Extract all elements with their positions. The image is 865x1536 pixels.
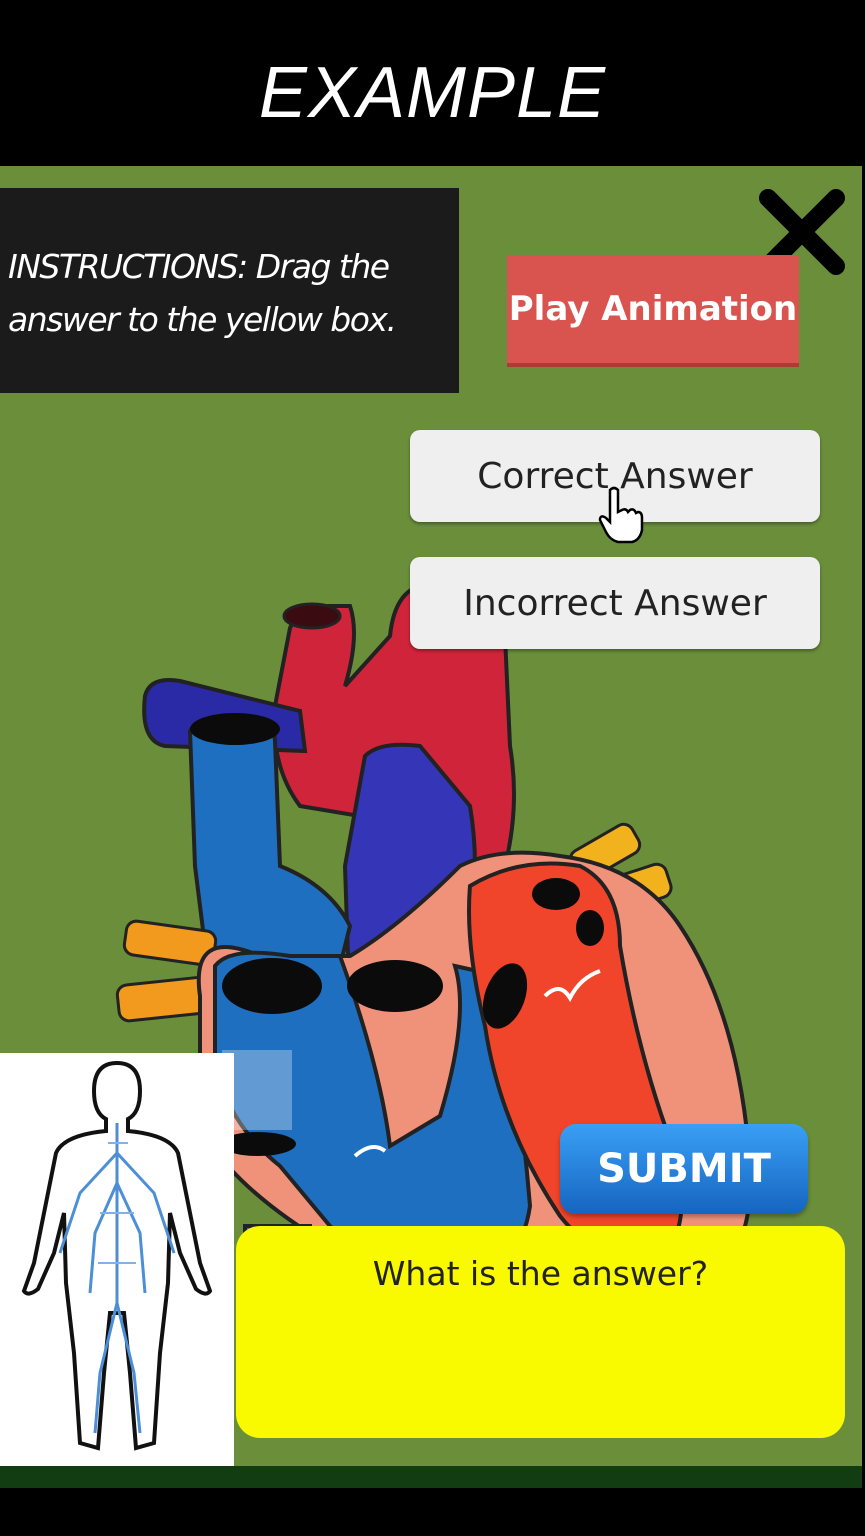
- stage-bottom-bar: [0, 1466, 862, 1488]
- submit-button[interactable]: SUBMIT: [560, 1124, 808, 1214]
- play-animation-button[interactable]: Play Animation: [507, 255, 799, 367]
- answer-drop-box[interactable]: What is the answer?: [236, 1226, 845, 1438]
- answer-option-incorrect[interactable]: Incorrect Answer: [410, 557, 820, 649]
- circulatory-body-panel: [0, 1053, 234, 1466]
- quiz-stage: INSTRUCTIONS: Drag the answer to the yel…: [0, 166, 862, 1466]
- instructions-panel: INSTRUCTIONS: Drag the answer to the yel…: [0, 188, 459, 393]
- human-body-figure: [21, 1060, 213, 1451]
- question-text: What is the answer?: [372, 1254, 709, 1293]
- banner-title: EXAMPLE: [258, 53, 607, 133]
- hand-pointer-cursor-icon: [598, 486, 644, 544]
- instructions-text: INSTRUCTIONS: Drag the answer to the yel…: [8, 247, 397, 339]
- top-banner: EXAMPLE: [0, 0, 865, 166]
